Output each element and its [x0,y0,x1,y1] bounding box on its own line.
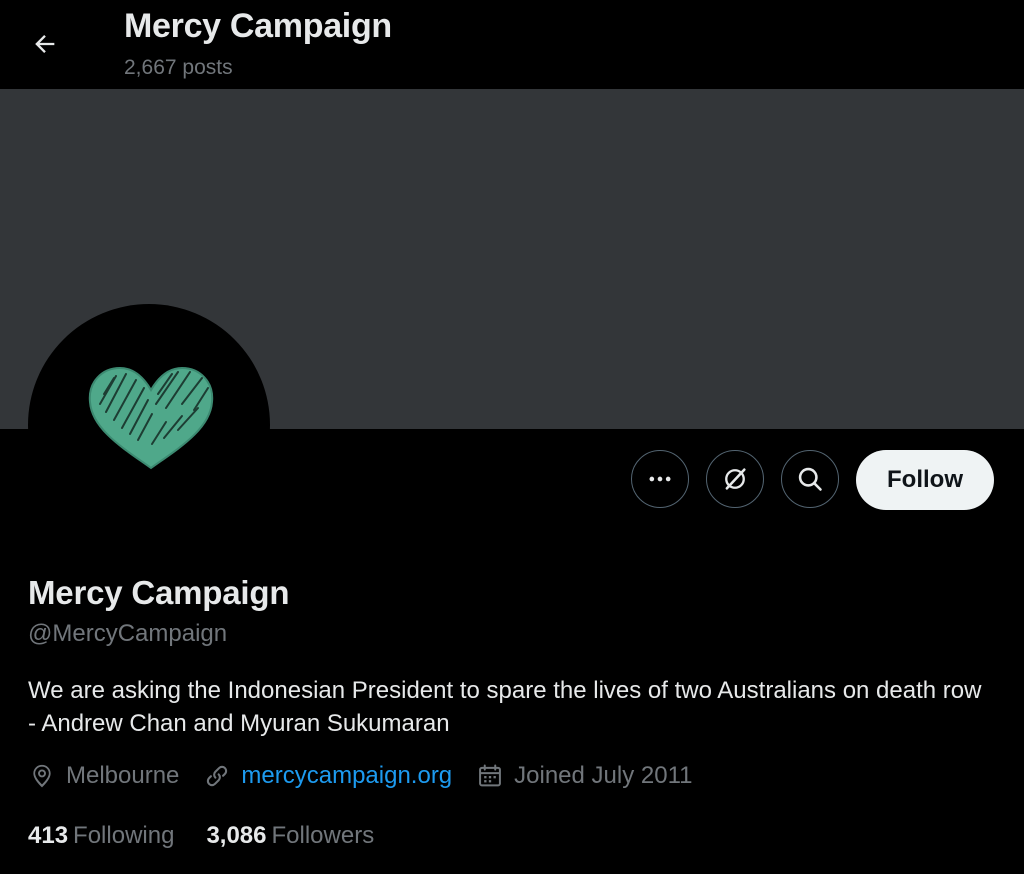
location: Melbourne [28,762,179,790]
website: mercycampaign.org [203,762,452,790]
search-icon [798,467,822,491]
avatar[interactable] [28,304,270,546]
followers-count: 3,086 [206,822,267,849]
following-link[interactable]: 413 Following [28,822,174,850]
link-icon [207,765,228,787]
profile-header: Mercy Campaign 2,667 posts [0,0,1024,89]
arrow-left-icon [35,35,55,53]
follow-button[interactable]: Follow [856,450,994,510]
joined-date: Joined July 2011 [476,762,693,790]
location-pin-icon [33,764,51,788]
grok-icon [725,468,746,490]
profile-meta: Melbourne mercycampaign.org Joined July … [28,762,717,790]
profile-page: Mercy Campaign 2,667 posts Follow Mercy … [0,0,1024,874]
more-button[interactable] [631,450,689,508]
follow-stats: 413 Following 3,086 Followers [28,822,406,850]
followers-link[interactable]: 3,086 Followers [206,822,374,850]
header-title: Mercy Campaign [124,7,392,45]
grok-button[interactable] [706,450,764,508]
more-icon [649,476,671,482]
location-text: Melbourne [66,762,180,789]
joined-text: Joined July 2011 [514,762,693,789]
posts-count: 2,667 posts [124,56,233,79]
back-button[interactable] [22,21,68,67]
following-count: 413 [28,822,69,849]
heart-icon [88,366,214,470]
calendar-icon [479,764,502,787]
website-link[interactable]: mercycampaign.org [241,762,452,790]
followers-label: Followers [271,822,375,849]
handle: @MercyCampaign [28,620,228,647]
bio: We are asking the Indonesian President t… [28,677,982,737]
search-button[interactable] [781,450,839,508]
display-name: Mercy Campaign [28,574,290,611]
following-label: Following [73,822,175,849]
